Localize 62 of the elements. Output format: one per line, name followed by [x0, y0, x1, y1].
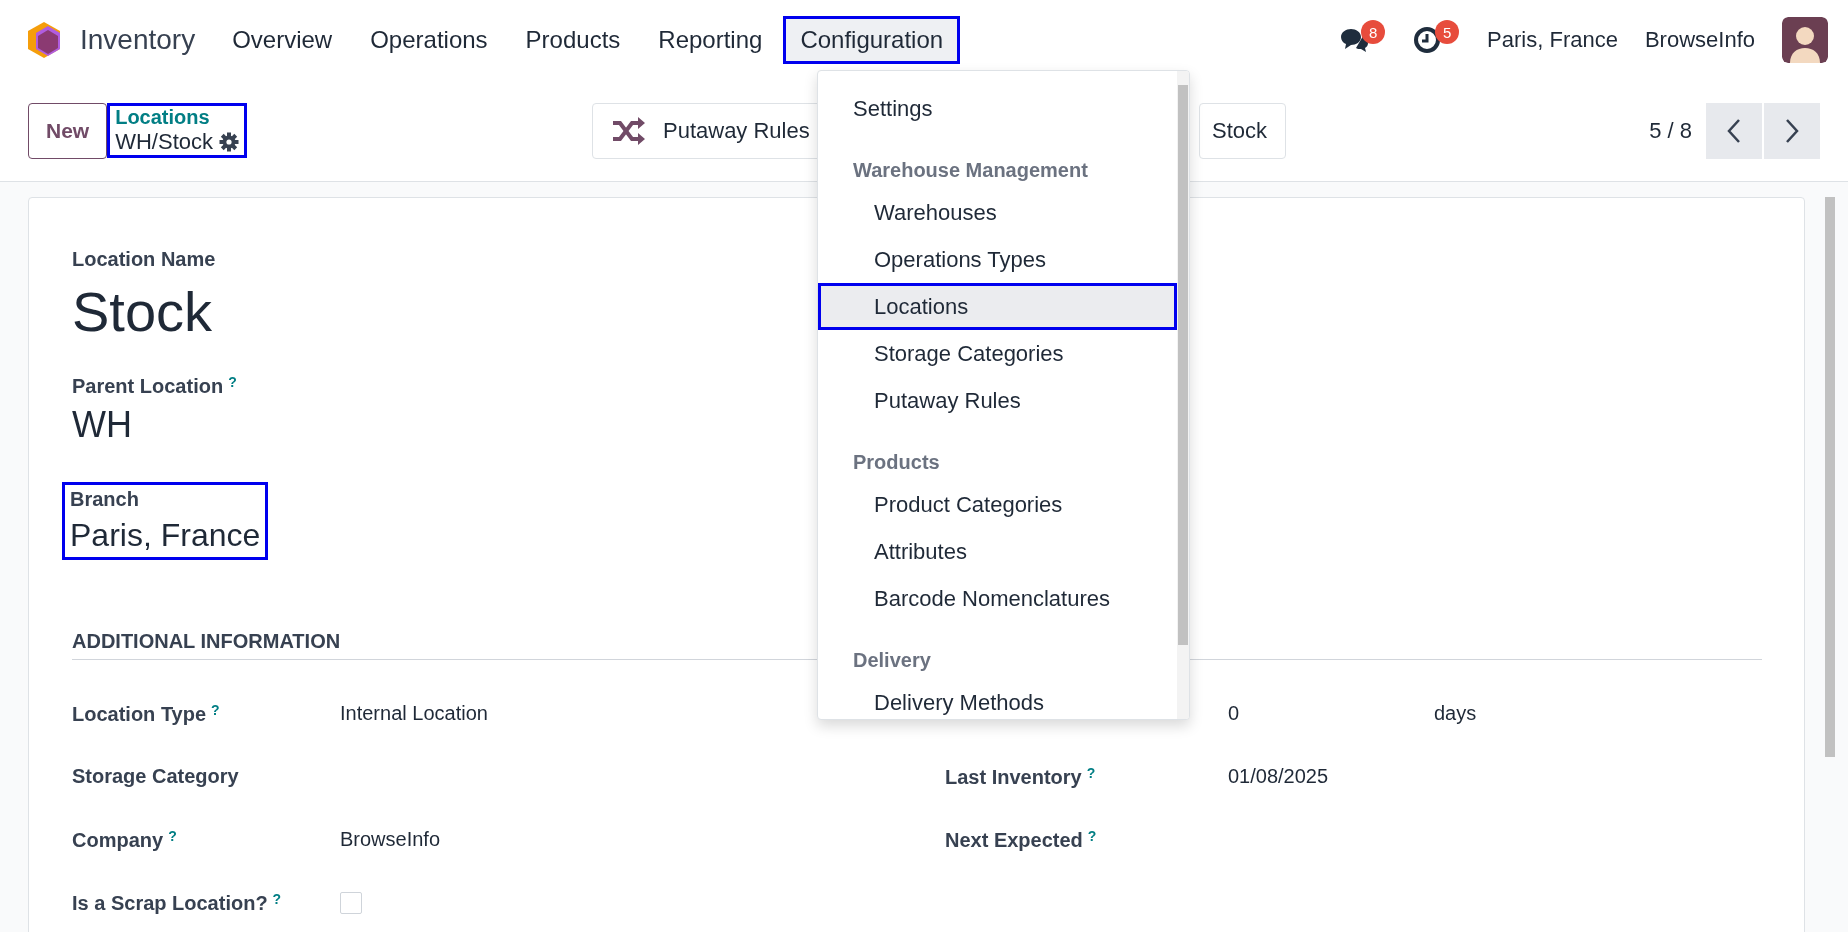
branch-value[interactable]: Paris, France [70, 517, 261, 555]
field-value[interactable]: Internal Location [340, 702, 488, 726]
app-name[interactable]: Inventory [80, 24, 196, 56]
pager-counter: 5 / 8 [1649, 117, 1692, 144]
message-count-badge: 8 [1361, 20, 1386, 44]
menu-section-header: Products [852, 449, 941, 475]
field-label: Storage Category [72, 765, 239, 788]
help-mark[interactable]: ? [1087, 827, 1097, 844]
help-mark[interactable]: ? [228, 374, 237, 390]
dropdown-item[interactable]: Warehouses [818, 189, 1177, 236]
dropdown-item[interactable]: Product Categories [818, 481, 1177, 528]
previous-button[interactable] [1706, 102, 1762, 159]
breadcrumb-link[interactable]: Locations [115, 106, 239, 129]
menu-item[interactable]: Overview [215, 16, 350, 64]
help-mark[interactable]: ? [272, 890, 282, 907]
smart-button[interactable]: Stock [1199, 102, 1286, 159]
field-value[interactable]: BrowseInfo [340, 828, 441, 852]
dropdown-item[interactable]: Locations [818, 283, 1177, 330]
menu-item[interactable]: Operations [353, 16, 505, 64]
dropdown-item[interactable]: Putaway Rules [818, 377, 1177, 424]
menu-item[interactable]: Configuration [783, 16, 961, 64]
menu-section-header: Warehouse Management [852, 157, 1089, 183]
field-value[interactable]: 01/08/2025 [1228, 765, 1329, 788]
chevron-right-icon [1784, 117, 1800, 144]
avatar-icon[interactable] [1782, 17, 1828, 63]
checkbox[interactable] [340, 891, 362, 914]
clock-icon[interactable] [1413, 26, 1442, 54]
record-title: WH/Stock [115, 129, 213, 155]
unit-label: days [1434, 702, 1477, 726]
dropdown-item[interactable]: Barcode Nomenclatures [818, 575, 1177, 622]
menu-item[interactable]: Products [508, 16, 638, 64]
help-mark[interactable]: ? [168, 827, 177, 844]
field-label: Company [72, 829, 164, 851]
activity-count-badge: 5 [1435, 20, 1460, 44]
company-switcher[interactable]: BrowseInfo [1644, 27, 1755, 53]
field-label: Location Name [72, 248, 216, 271]
dropdown-item[interactable]: Storage Categories [818, 330, 1177, 377]
chat-icon[interactable] [1339, 27, 1370, 53]
scrollbar[interactable] [1825, 197, 1835, 757]
help-mark[interactable]: ? [211, 701, 220, 718]
help-mark[interactable]: ? [1086, 764, 1096, 781]
shuffle-icon [611, 116, 645, 145]
parent-location[interactable]: WH [72, 404, 132, 447]
field-value[interactable]: 0 [1228, 702, 1240, 725]
menu-item[interactable]: Reporting [641, 16, 780, 64]
dropdown-item[interactable]: Operations Types [818, 236, 1177, 283]
scrollbar[interactable] [1177, 71, 1189, 719]
field-label: Last Inventory [945, 766, 1082, 788]
next-button[interactable] [1764, 102, 1820, 159]
field-label: Is a Scrap Location? [72, 892, 268, 914]
gear-icon[interactable] [219, 132, 239, 152]
field-label: Branch [70, 488, 140, 512]
dropdown-item[interactable]: Attributes [818, 528, 1177, 575]
field-label: Next Expected [945, 829, 1083, 851]
field-label: Parent Location [72, 375, 224, 398]
new-button[interactable]: New [28, 102, 108, 159]
dropdown-item[interactable]: Delivery Methods [818, 679, 1177, 719]
field-label: Location Type [72, 703, 207, 725]
chevron-left-icon [1726, 117, 1742, 144]
branch-switcher[interactable]: Paris, France [1487, 27, 1618, 53]
app-logo-icon[interactable] [26, 20, 62, 60]
location-name[interactable]: Stock [72, 279, 213, 344]
